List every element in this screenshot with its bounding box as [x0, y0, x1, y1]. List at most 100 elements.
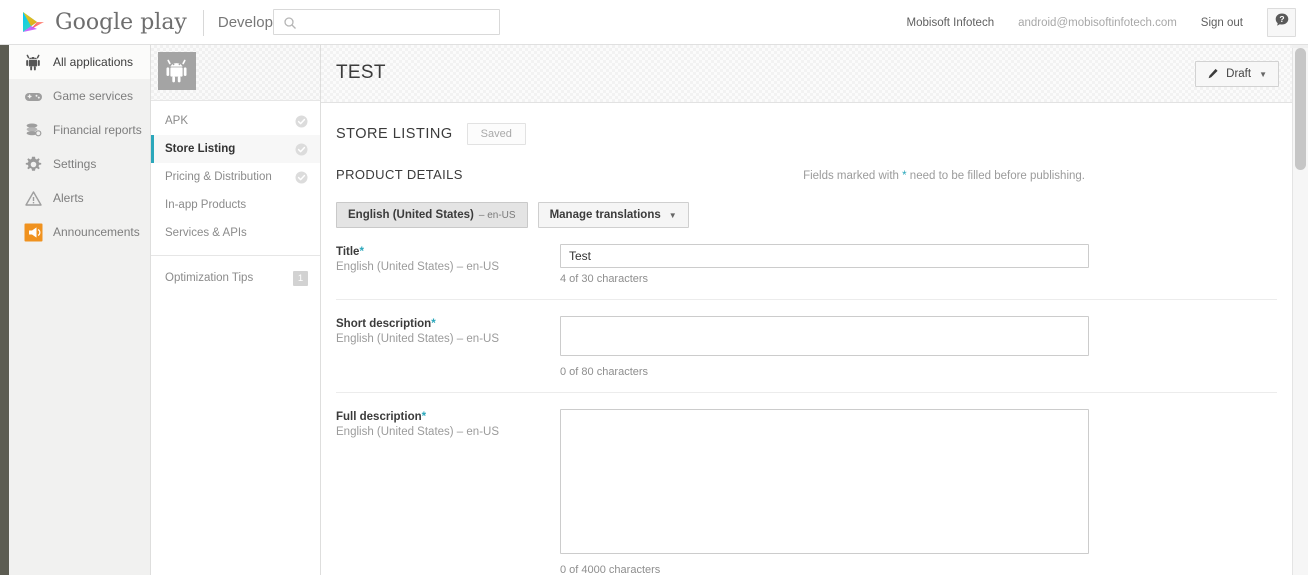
- chevron-down-icon: ▼: [668, 210, 677, 220]
- nav-item-label: Services & APIs: [165, 227, 247, 239]
- sidebar-item-label: Settings: [53, 157, 97, 171]
- pencil-icon: [1207, 68, 1219, 80]
- sign-out-link[interactable]: Sign out: [1201, 17, 1243, 29]
- field-short-description: Short description* English (United State…: [336, 300, 1277, 393]
- android-icon: [23, 52, 43, 72]
- product-details-title: PRODUCT DETAILS: [336, 167, 463, 182]
- sidebar-item-label: Announcements: [53, 225, 140, 239]
- product-details-row: PRODUCT DETAILS Fields marked with * nee…: [336, 167, 1277, 182]
- nav-item-apk[interactable]: APK: [151, 107, 320, 135]
- search-icon: [283, 16, 297, 30]
- language-toolbar: English (United States) – en-US Manage t…: [336, 202, 1277, 228]
- note-prefix: Fields marked with: [803, 170, 903, 182]
- search-input[interactable]: [302, 10, 492, 34]
- top-header-bar: Google play Developer Console Mobisoft I…: [0, 0, 1308, 45]
- sidebar-item-all-applications[interactable]: All applications: [0, 45, 150, 79]
- search-box[interactable]: [273, 9, 500, 35]
- sidebar-item-game-services[interactable]: Game services: [9, 79, 150, 113]
- page-scrollbar-thumb[interactable]: [1295, 48, 1306, 170]
- draft-status-button[interactable]: Draft ▼: [1195, 61, 1279, 87]
- nav-item-label: Optimization Tips: [165, 272, 254, 284]
- nav-item-store-listing[interactable]: Store Listing: [151, 135, 320, 163]
- help-button[interactable]: ?: [1267, 8, 1296, 37]
- required-star: *: [421, 411, 427, 423]
- field-short-description-sublabel: English (United States) – en-US: [336, 333, 499, 345]
- field-title-labels: Title* English (United States) – en-US: [336, 244, 560, 285]
- field-short-description-name: Short description*: [336, 318, 560, 330]
- nav-item-optimization-tips[interactable]: Optimization Tips 1: [151, 264, 320, 292]
- android-app-icon: [158, 52, 196, 90]
- nav-item-services-apis[interactable]: Services & APIs: [151, 219, 320, 247]
- sidebar-item-financial-reports[interactable]: Financial reports: [9, 113, 150, 147]
- sidebar-item-label: Alerts: [53, 191, 84, 205]
- field-title-name: Title*: [336, 246, 560, 258]
- sidebar-item-announcements[interactable]: Announcements: [9, 215, 150, 249]
- brand-title: Google play: [55, 10, 187, 35]
- field-short-description-control: 0 of 80 characters: [560, 316, 1089, 378]
- note-suffix: need to be filled before publishing.: [906, 170, 1085, 182]
- sidebar-item-settings[interactable]: Settings: [9, 147, 150, 181]
- app-secondary-nav: APK Store Listing Pricing & Distribution: [151, 45, 321, 575]
- store-listing-content: STORE LISTING Saved PRODUCT DETAILS Fiel…: [321, 103, 1292, 575]
- nav-item-pricing-distribution[interactable]: Pricing & Distribution: [151, 163, 320, 191]
- nav-item-label: Store Listing: [165, 143, 236, 155]
- gear-icon: [23, 154, 43, 174]
- language-selector-button[interactable]: English (United States) – en-US: [336, 202, 528, 228]
- full-description-textarea[interactable]: [560, 409, 1089, 554]
- gamepad-icon: [23, 86, 43, 106]
- manage-translations-label: Manage translations: [549, 209, 661, 221]
- app-nav-list: APK Store Listing Pricing & Distribution: [151, 101, 320, 292]
- required-star: *: [431, 318, 436, 330]
- nav-item-label: Pricing & Distribution: [165, 171, 272, 183]
- nav-item-label: APK: [165, 115, 189, 127]
- field-label-text: Short description: [336, 318, 432, 330]
- field-full-description-name: Full description*: [336, 411, 560, 423]
- page-header: TEST Draft ▼: [321, 45, 1292, 103]
- header-account-area: Mobisoft Infotech android@mobisoftinfote…: [907, 0, 1308, 45]
- main-content-area: TEST Draft ▼ STORE LISTING Saved PRODUCT…: [321, 45, 1292, 575]
- full-description-char-count: 0 of 4000 characters: [560, 564, 661, 575]
- manage-translations-button[interactable]: Manage translations ▼: [537, 202, 689, 228]
- warning-triangle-icon: [23, 188, 43, 208]
- optimization-tips-badge: 1: [293, 270, 308, 286]
- nav-item-label: In-app Products: [165, 199, 247, 211]
- google-play-logo-icon: [20, 9, 46, 37]
- required-star: *: [359, 246, 364, 258]
- field-title-sublabel: English (United States) – en-US: [336, 261, 499, 273]
- short-description-textarea[interactable]: [560, 316, 1089, 356]
- page-title: TEST: [336, 62, 386, 83]
- megaphone-icon: [23, 222, 43, 242]
- field-short-description-labels: Short description* English (United State…: [336, 316, 560, 378]
- primary-sidebar: All applications Game services Financial: [0, 45, 151, 575]
- section-title: STORE LISTING: [336, 126, 453, 142]
- nav-item-in-app-products[interactable]: In-app Products: [151, 191, 320, 219]
- sidebar-item-alerts[interactable]: Alerts: [9, 181, 150, 215]
- required-fields-note: Fields marked with * need to be filled b…: [803, 170, 1277, 182]
- field-full-description-labels: Full description* English (United States…: [336, 409, 560, 575]
- chevron-down-icon: ▼: [1259, 69, 1267, 79]
- field-label-text: Full description: [336, 411, 422, 423]
- nav-divider: [151, 255, 320, 256]
- help-icon: ?: [1274, 12, 1290, 33]
- title-input[interactable]: [560, 244, 1089, 268]
- field-title: Title* English (United States) – en-US 4…: [336, 228, 1277, 300]
- field-label-text: Title: [336, 246, 360, 258]
- field-title-control: 4 of 30 characters: [560, 244, 1089, 285]
- check-circle-icon: [295, 115, 308, 128]
- draft-label: Draft: [1226, 68, 1252, 80]
- field-full-description-sublabel: English (United States) – en-US: [336, 426, 499, 438]
- saved-status-badge: Saved: [466, 123, 526, 145]
- field-full-description-control: 0 of 4000 characters Please check out th…: [560, 409, 1089, 575]
- brand-divider: [202, 10, 204, 36]
- sidebar-item-label: Game services: [53, 89, 134, 103]
- check-circle-icon: [295, 143, 308, 156]
- sidebar-item-label: Financial reports: [53, 123, 142, 137]
- left-accent-rail: [0, 45, 9, 575]
- svg-text:?: ?: [1279, 14, 1284, 24]
- store-listing-header: STORE LISTING Saved: [336, 103, 1277, 149]
- title-char-count: 4 of 30 characters: [560, 273, 649, 285]
- coins-icon: [23, 120, 43, 140]
- language-label: English (United States): [348, 209, 474, 221]
- account-name[interactable]: Mobisoft Infotech: [907, 17, 995, 29]
- account-email: android@mobisoftinfotech.com: [1018, 16, 1177, 29]
